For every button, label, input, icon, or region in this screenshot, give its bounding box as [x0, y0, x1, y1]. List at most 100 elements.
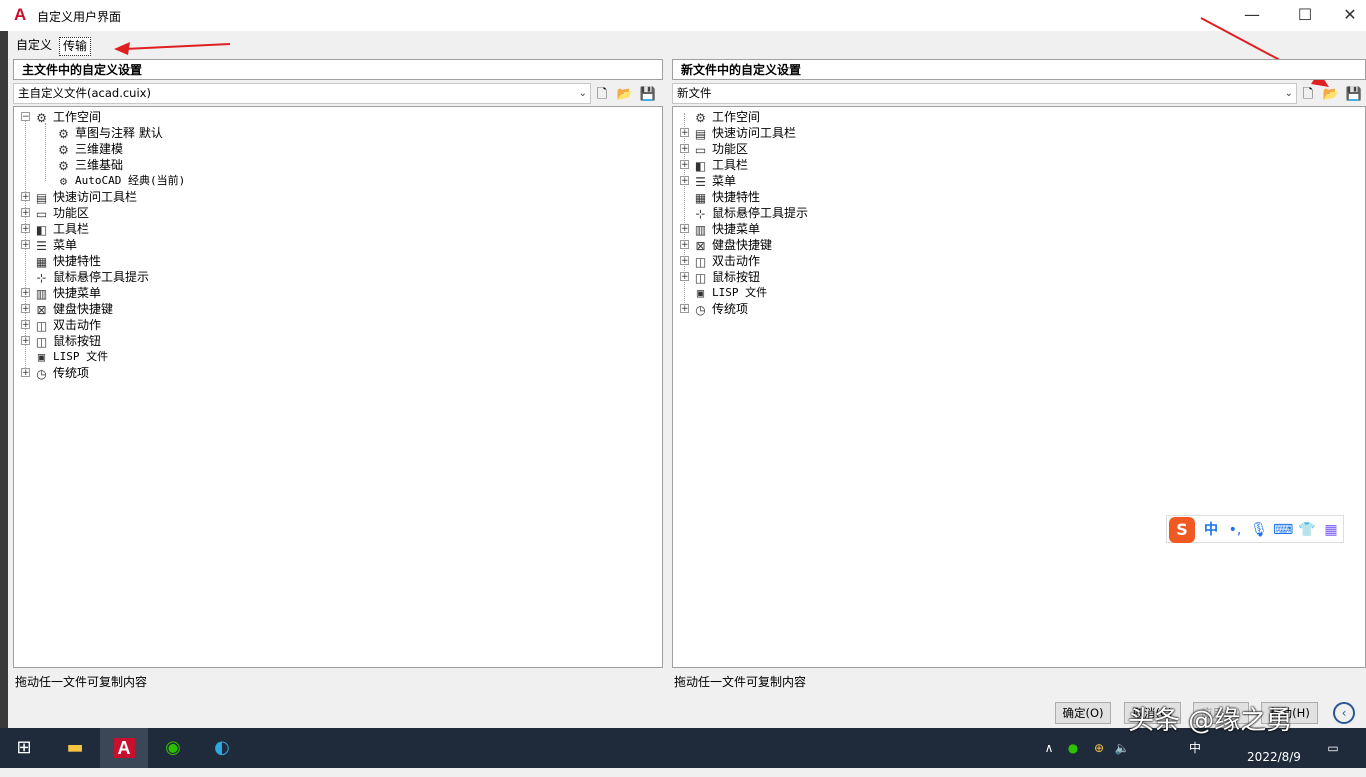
tree-item[interactable]: ◧ 工具栏 [34, 221, 89, 237]
ime-mode-toggle[interactable]: 中 [1201, 520, 1221, 540]
add-tray-icon[interactable]: ⊕ [1088, 728, 1110, 768]
tab-transfer[interactable]: 传输 [59, 37, 92, 56]
tree-item[interactable]: ▭ 功能区 [34, 205, 89, 221]
open-folder-icon: 📂 [1322, 87, 1340, 102]
chevron-down-icon: ⌄ [1284, 88, 1293, 99]
tree-item[interactable]: ⚙ 草图与注释 默认 [56, 125, 163, 141]
tree-item[interactable]: ▦ 快捷特性 [693, 189, 760, 205]
expand-toggle[interactable]: + [680, 128, 689, 138]
tree-item[interactable]: ◧ 工具栏 [693, 157, 748, 173]
right-file-combo-value: 新文件 [677, 86, 712, 100]
tree-item[interactable]: ◫ 鼠标按钮 [693, 269, 760, 285]
windows-start-icon[interactable]: ⊞ [0, 728, 48, 768]
skin-shirt-icon[interactable]: 👕 [1297, 520, 1317, 540]
expand-toggle[interactable]: + [21, 224, 30, 234]
tree-item[interactable]: ◫ 双击动作 [34, 317, 101, 333]
window-title: 自定义用户界面 [37, 10, 122, 24]
save-file-button[interactable]: 💾 [1344, 86, 1364, 104]
clock-date[interactable]: 2022/8/9 [1244, 737, 1304, 777]
save-file-button[interactable]: 💾 [638, 86, 658, 104]
tree-item[interactable]: ◷ 传统项 [693, 301, 748, 317]
tree-item[interactable]: ⚙ 三维建模 [56, 141, 123, 157]
expand-toggle[interactable]: + [680, 144, 689, 154]
new-file-icon: 🗋 [1302, 87, 1314, 102]
expand-toggle[interactable]: + [680, 240, 689, 250]
lisp-file-icon: ▣ [696, 286, 705, 300]
open-file-button[interactable]: 📂 [1321, 86, 1341, 104]
right-tree[interactable]: ⚙ 工作空间 + ▤ 快速访问工具栏 + ▭ 功能区 + ◧ 工具栏 + ☰ 菜单 ▦ 快捷… [672, 106, 1366, 668]
left-tree[interactable]: − ⚙ 工作空间 ⚙ 草图与注释 默认 ⚙ 三维建模 ⚙ 三维基础 ⚙ AutoCAD 经… [13, 106, 663, 668]
expand-toggle[interactable]: + [21, 320, 30, 330]
folder-icon: ▭ [694, 142, 707, 157]
collapse-panel-icon[interactable]: ‹ [1333, 702, 1355, 724]
tree-item[interactable]: ⊹ 鼠标悬停工具提示 [34, 269, 149, 285]
notification-icon[interactable]: ▭ [1322, 728, 1344, 768]
tree-item[interactable]: ▤ 快速访问工具栏 [693, 125, 796, 141]
tooltip-icon: ⊹ [36, 270, 47, 285]
expand-toggle[interactable]: + [21, 368, 30, 378]
tree-item[interactable]: ▤ 快速访问工具栏 [34, 189, 137, 205]
autocad-taskbar-icon[interactable]: A [100, 728, 148, 768]
tree-item[interactable]: ▥ 快捷菜单 [693, 221, 760, 237]
ime-toolbar[interactable]: S 中 •, 🎙 ⌨ 👕 ▦ [1166, 515, 1344, 543]
edge-browser-icon[interactable]: ◐ [198, 728, 246, 768]
new-file-button[interactable]: 🗋 [592, 86, 612, 104]
tree-item[interactable]: ⚙ AutoCAD 经典(当前) [56, 173, 185, 189]
keyboard-icon[interactable]: ⌨ [1273, 520, 1293, 540]
left-file-combo[interactable]: 主自定义文件(acad.cuix) ⌄ [13, 83, 591, 104]
expand-toggle[interactable]: + [21, 336, 30, 346]
expand-toggle[interactable]: + [21, 304, 30, 314]
tree-item[interactable]: ⊹ 鼠标悬停工具提示 [693, 205, 808, 221]
tree-item[interactable]: ◫ 鼠标按钮 [34, 333, 101, 349]
expand-toggle[interactable]: + [680, 176, 689, 186]
toolbox-grid-icon[interactable]: ▦ [1321, 520, 1341, 540]
tree-item[interactable]: ☰ 菜单 [693, 173, 736, 189]
expand-toggle[interactable]: + [21, 288, 30, 298]
tree-item[interactable]: ☰ 菜单 [34, 237, 77, 253]
sogou-logo-icon[interactable]: S [1169, 517, 1195, 543]
wechat-icon[interactable]: ◉ [149, 728, 197, 768]
gear-icon: ⚙ [695, 110, 706, 125]
chevron-down-icon: ⌄ [578, 88, 587, 99]
gear-icon: ⚙ [58, 158, 69, 173]
tree-item[interactable]: ⚙ 三维基础 [56, 157, 123, 173]
tree-item[interactable]: ◷ 传统项 [34, 365, 89, 381]
tree-item[interactable]: ⊠ 健盘快捷键 [34, 301, 113, 317]
tree-item[interactable]: ▣ LISP 文件 [34, 349, 108, 365]
wechat-tray-icon[interactable]: ● [1062, 728, 1084, 768]
gear-icon: ⚙ [59, 174, 68, 188]
chevron-up-icon[interactable]: ∧ [1040, 728, 1058, 768]
background-app-strip [0, 31, 8, 729]
expand-toggle[interactable]: + [680, 256, 689, 266]
expand-toggle[interactable]: + [21, 192, 30, 202]
tree-item[interactable]: ▥ 快捷菜单 [34, 285, 101, 301]
mouse-icon: ◫ [694, 270, 707, 285]
properties-icon: ▦ [35, 254, 48, 269]
tree-item[interactable]: ⚙ 工作空间 [693, 109, 760, 125]
expand-toggle[interactable]: + [21, 208, 30, 218]
open-file-button[interactable]: 📂 [615, 86, 635, 104]
right-status-text: 拖动任一文件可复制内容 [674, 675, 807, 689]
expand-toggle[interactable]: + [680, 224, 689, 234]
tab-customize[interactable]: 自定义 [13, 37, 55, 54]
microphone-icon[interactable]: 🎙 [1249, 520, 1269, 540]
tree-item[interactable]: ⊠ 健盘快捷键 [693, 237, 772, 253]
autocad-logo-icon: A [14, 5, 27, 24]
shortcut-menu-icon: ▥ [35, 286, 48, 301]
collapse-toggle[interactable]: − [21, 112, 30, 122]
right-file-combo[interactable]: 新文件 ⌄ [672, 83, 1297, 104]
tree-item[interactable]: ◫ 双击动作 [693, 253, 760, 269]
toolbar-icon: ▤ [694, 126, 707, 141]
tree-item[interactable]: ⚙ 工作空间 [34, 109, 101, 125]
file-explorer-icon[interactable]: ▬ [51, 728, 99, 768]
expand-toggle[interactable]: + [680, 272, 689, 282]
tree-item[interactable]: ▦ 快捷特性 [34, 253, 101, 269]
expand-toggle[interactable]: + [680, 160, 689, 170]
tree-item[interactable]: ▭ 功能区 [693, 141, 748, 157]
tree-item[interactable]: ▣ LISP 文件 [693, 285, 767, 301]
ime-punct-toggle[interactable]: •, [1225, 520, 1245, 540]
expand-toggle[interactable]: + [680, 304, 689, 314]
new-file-button[interactable]: 🗋 [1298, 86, 1318, 104]
ok-button[interactable]: 确定(O) [1055, 702, 1111, 724]
expand-toggle[interactable]: + [21, 240, 30, 250]
